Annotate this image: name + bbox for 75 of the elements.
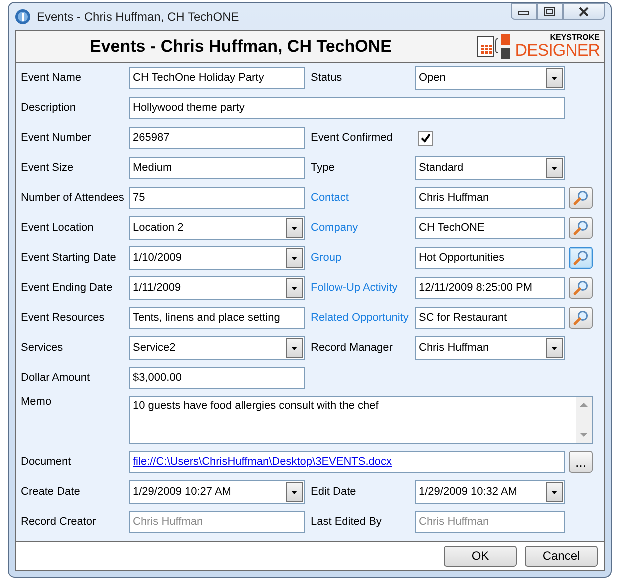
field-label: Event Name	[21, 72, 83, 84]
dialog-button[interactable]: OK	[444, 546, 517, 566]
input-field[interactable]: Medium	[129, 157, 305, 179]
field-label: Record Creator	[21, 516, 98, 528]
close-button[interactable]	[563, 3, 605, 20]
field-label: Document	[21, 456, 72, 468]
field-link[interactable]: Follow-Up Activity	[311, 282, 415, 294]
field-label: Event Size	[21, 162, 75, 174]
field-label: Event Location	[21, 222, 95, 234]
field-label: Event Confirmed	[311, 132, 394, 144]
dropdown[interactable]: 1/29/2009 10:27 AM	[129, 480, 305, 504]
field-link[interactable]: Contact	[311, 192, 415, 204]
app-icon	[15, 8, 31, 24]
form-title: Events - Chris Huffman, CH TechONE	[90, 36, 393, 56]
input-field[interactable]: CH TechOne Holiday Party	[129, 67, 305, 89]
checkmark-icon	[420, 132, 431, 144]
logo-text: DESIGNER	[515, 42, 600, 59]
close-icon[interactable]	[578, 6, 590, 16]
field-label: Event Starting Date	[21, 252, 118, 264]
minimize-button[interactable]	[511, 3, 537, 20]
window-title: Events - Chris Huffman, CH TechONE	[37, 10, 240, 24]
field-label: Event Number	[21, 132, 92, 144]
browse-button[interactable]: ...	[569, 451, 593, 473]
search-icon[interactable]	[573, 220, 589, 236]
field-label: Services	[21, 342, 64, 354]
field-label: Memo	[21, 396, 53, 408]
search-button[interactable]	[569, 307, 593, 329]
dropdown[interactable]: Standard	[415, 156, 565, 180]
field-link[interactable]: Group	[311, 252, 415, 264]
input-field[interactable]: Tents, linens and place setting	[129, 307, 305, 329]
search-icon[interactable]	[573, 190, 589, 206]
search-icon[interactable]	[573, 250, 589, 266]
input-field[interactable]: 12/11/2009 8:25:00 PM	[415, 277, 565, 299]
dropdown[interactable]: Open	[415, 66, 565, 90]
input-field[interactable]: file://C:\Users\ChrisHuffman\Desktop\3EVENTS.docx	[129, 451, 565, 473]
field-label: Description	[21, 102, 78, 114]
dropdown[interactable]: Location 2	[129, 216, 305, 240]
search-button[interactable]	[569, 277, 593, 299]
dialog-button[interactable]: Cancel	[525, 546, 598, 566]
field-label: Type	[311, 162, 336, 174]
input-field[interactable]: 265987	[129, 127, 305, 149]
memo-field[interactable]: 10 guests have food allergies consult with the chef	[129, 396, 593, 444]
field-label: Status	[311, 72, 344, 84]
search-button[interactable]	[569, 247, 593, 269]
field-label: Edit Date	[311, 486, 358, 498]
search-icon[interactable]	[573, 310, 589, 326]
dropdown[interactable]: Chris Huffman	[415, 336, 565, 360]
input-field[interactable]: SC for Restaurant	[415, 307, 565, 329]
input-field[interactable]: Chris Huffman	[415, 187, 565, 209]
field-label: Create Date	[21, 486, 82, 498]
field-label: Record Manager	[311, 342, 394, 354]
field-label: Number of Attendees	[21, 192, 126, 204]
field-link[interactable]: Related Opportunity	[311, 312, 415, 324]
field-label: Event Ending Date	[21, 282, 114, 294]
logo-text: KEYSTROKE	[550, 34, 600, 42]
field-label: Event Resources	[21, 312, 106, 324]
search-icon[interactable]	[573, 280, 589, 296]
input-field[interactable]: Hollywood theme party	[129, 97, 565, 119]
maximize-icon[interactable]	[544, 6, 556, 16]
input-field[interactable]: $3,000.00	[129, 367, 305, 389]
checkbox[interactable]	[418, 130, 433, 146]
dropdown[interactable]: 1/29/2009 10:32 AM	[415, 480, 565, 504]
dropdown[interactable]: Service2	[129, 336, 305, 360]
dropdown[interactable]: 1/10/2009	[129, 246, 305, 270]
maximize-button[interactable]	[537, 3, 563, 20]
input-field[interactable]: 75	[129, 187, 305, 209]
file-link[interactable]: file://C:\Users\ChrisHuffman\Desktop\3EVENTS.docx	[133, 456, 392, 468]
input-field[interactable]: CH TechONE	[415, 217, 565, 239]
field-label: Last Edited By	[311, 516, 383, 528]
search-button[interactable]	[569, 217, 593, 239]
input-field[interactable]: Hot Opportunities	[415, 247, 565, 269]
dropdown[interactable]: 1/11/2009	[129, 276, 305, 300]
field-link[interactable]: Company	[311, 222, 415, 234]
search-button[interactable]	[569, 187, 593, 209]
field-label: Dollar Amount	[21, 372, 92, 384]
